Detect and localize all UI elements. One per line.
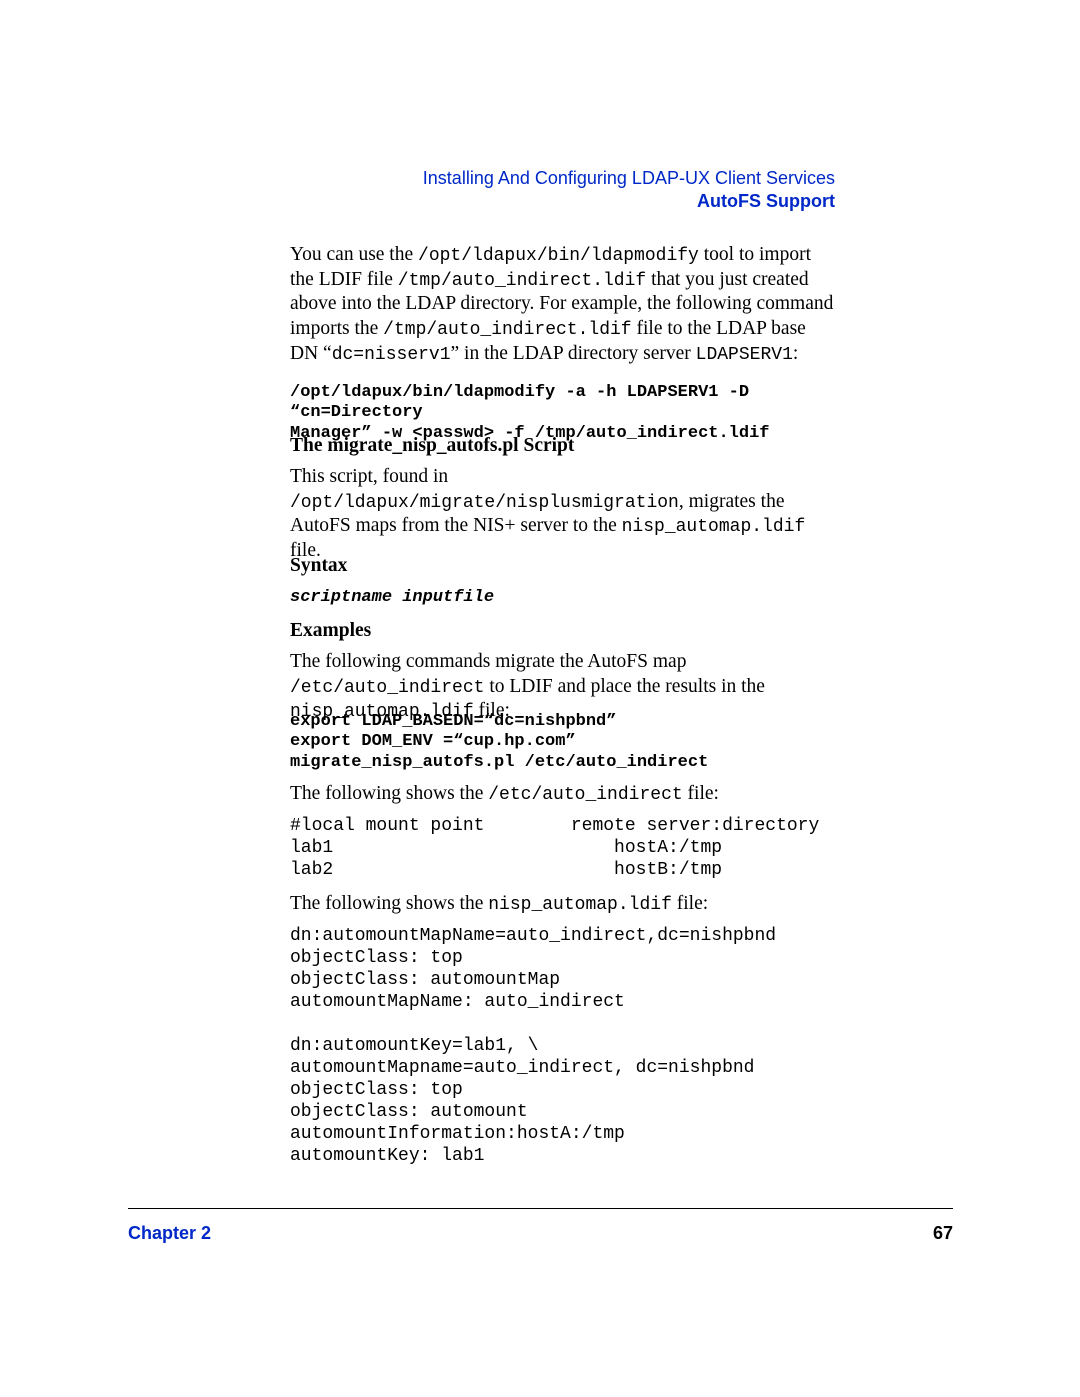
- inline-code: /opt/ldapux/bin/ldapmodify: [418, 246, 699, 266]
- inline-code: nisp_automap.ldif: [622, 517, 806, 537]
- text: ” in the LDAP directory server: [451, 343, 696, 364]
- text: This script, found in: [290, 466, 448, 487]
- code-block-ldif: dn:automountMapName=auto_indirect,dc=nis…: [290, 926, 835, 1167]
- text: The following shows the: [290, 783, 488, 804]
- footer-rule: [128, 1208, 953, 1209]
- heading-text: Syntax: [290, 555, 835, 577]
- inline-code: /etc/auto_indirect: [488, 785, 682, 805]
- footer-page-number: 67: [933, 1223, 953, 1244]
- paragraph-intro: You can use the /opt/ldapux/bin/ldapmodi…: [290, 243, 835, 366]
- inline-code: dc=nisserv1: [332, 345, 451, 365]
- footer: Chapter 2 67: [128, 1223, 953, 1244]
- text: file:: [683, 783, 719, 804]
- footer-chapter: Chapter 2: [128, 1223, 211, 1243]
- text: The following shows the: [290, 893, 488, 914]
- heading-examples: Examples: [290, 620, 835, 642]
- paragraph-script-desc: This script, found in /opt/ldapux/migrat…: [290, 465, 835, 563]
- syntax-line: scriptname inputfile: [290, 588, 835, 607]
- text: file:: [672, 893, 708, 914]
- text: to LDIF and place the results in the: [484, 676, 765, 697]
- header-section: AutoFS Support: [290, 191, 835, 212]
- text: You can use the: [290, 244, 418, 265]
- code-block-auto-indirect: #local mount point remote server:directo…: [290, 816, 835, 882]
- inline-code: /tmp/auto_indirect.ldif: [398, 271, 646, 291]
- inline-code: /tmp/auto_indirect.ldif: [383, 320, 631, 340]
- text: The following commands migrate the AutoF…: [290, 651, 686, 672]
- text: :: [793, 343, 798, 364]
- page: Installing And Configuring LDAP-UX Clien…: [0, 0, 1080, 1397]
- paragraph-file2-intro: The following shows the nisp_automap.ldi…: [290, 892, 835, 917]
- inline-code: /opt/ldapux/migrate/nisplusmigration: [290, 493, 679, 513]
- heading-text: The migrate_nisp_autofs.pl Script: [290, 435, 835, 457]
- inline-code: nisp_automap.ldif: [488, 895, 672, 915]
- paragraph-file1-intro: The following shows the /etc/auto_indire…: [290, 782, 835, 807]
- header-title: Installing And Configuring LDAP-UX Clien…: [290, 168, 835, 189]
- heading-script: The migrate_nisp_autofs.pl Script: [290, 435, 835, 457]
- heading-syntax: Syntax: [290, 555, 835, 577]
- inline-code: LDAPSERV1: [696, 345, 793, 365]
- heading-text: Examples: [290, 620, 835, 642]
- command-block-export: export LDAP_BASEDN=“dc=nishpbnd” export …: [290, 712, 835, 773]
- running-header: Installing And Configuring LDAP-UX Clien…: [290, 168, 835, 212]
- inline-code: /etc/auto_indirect: [290, 678, 484, 698]
